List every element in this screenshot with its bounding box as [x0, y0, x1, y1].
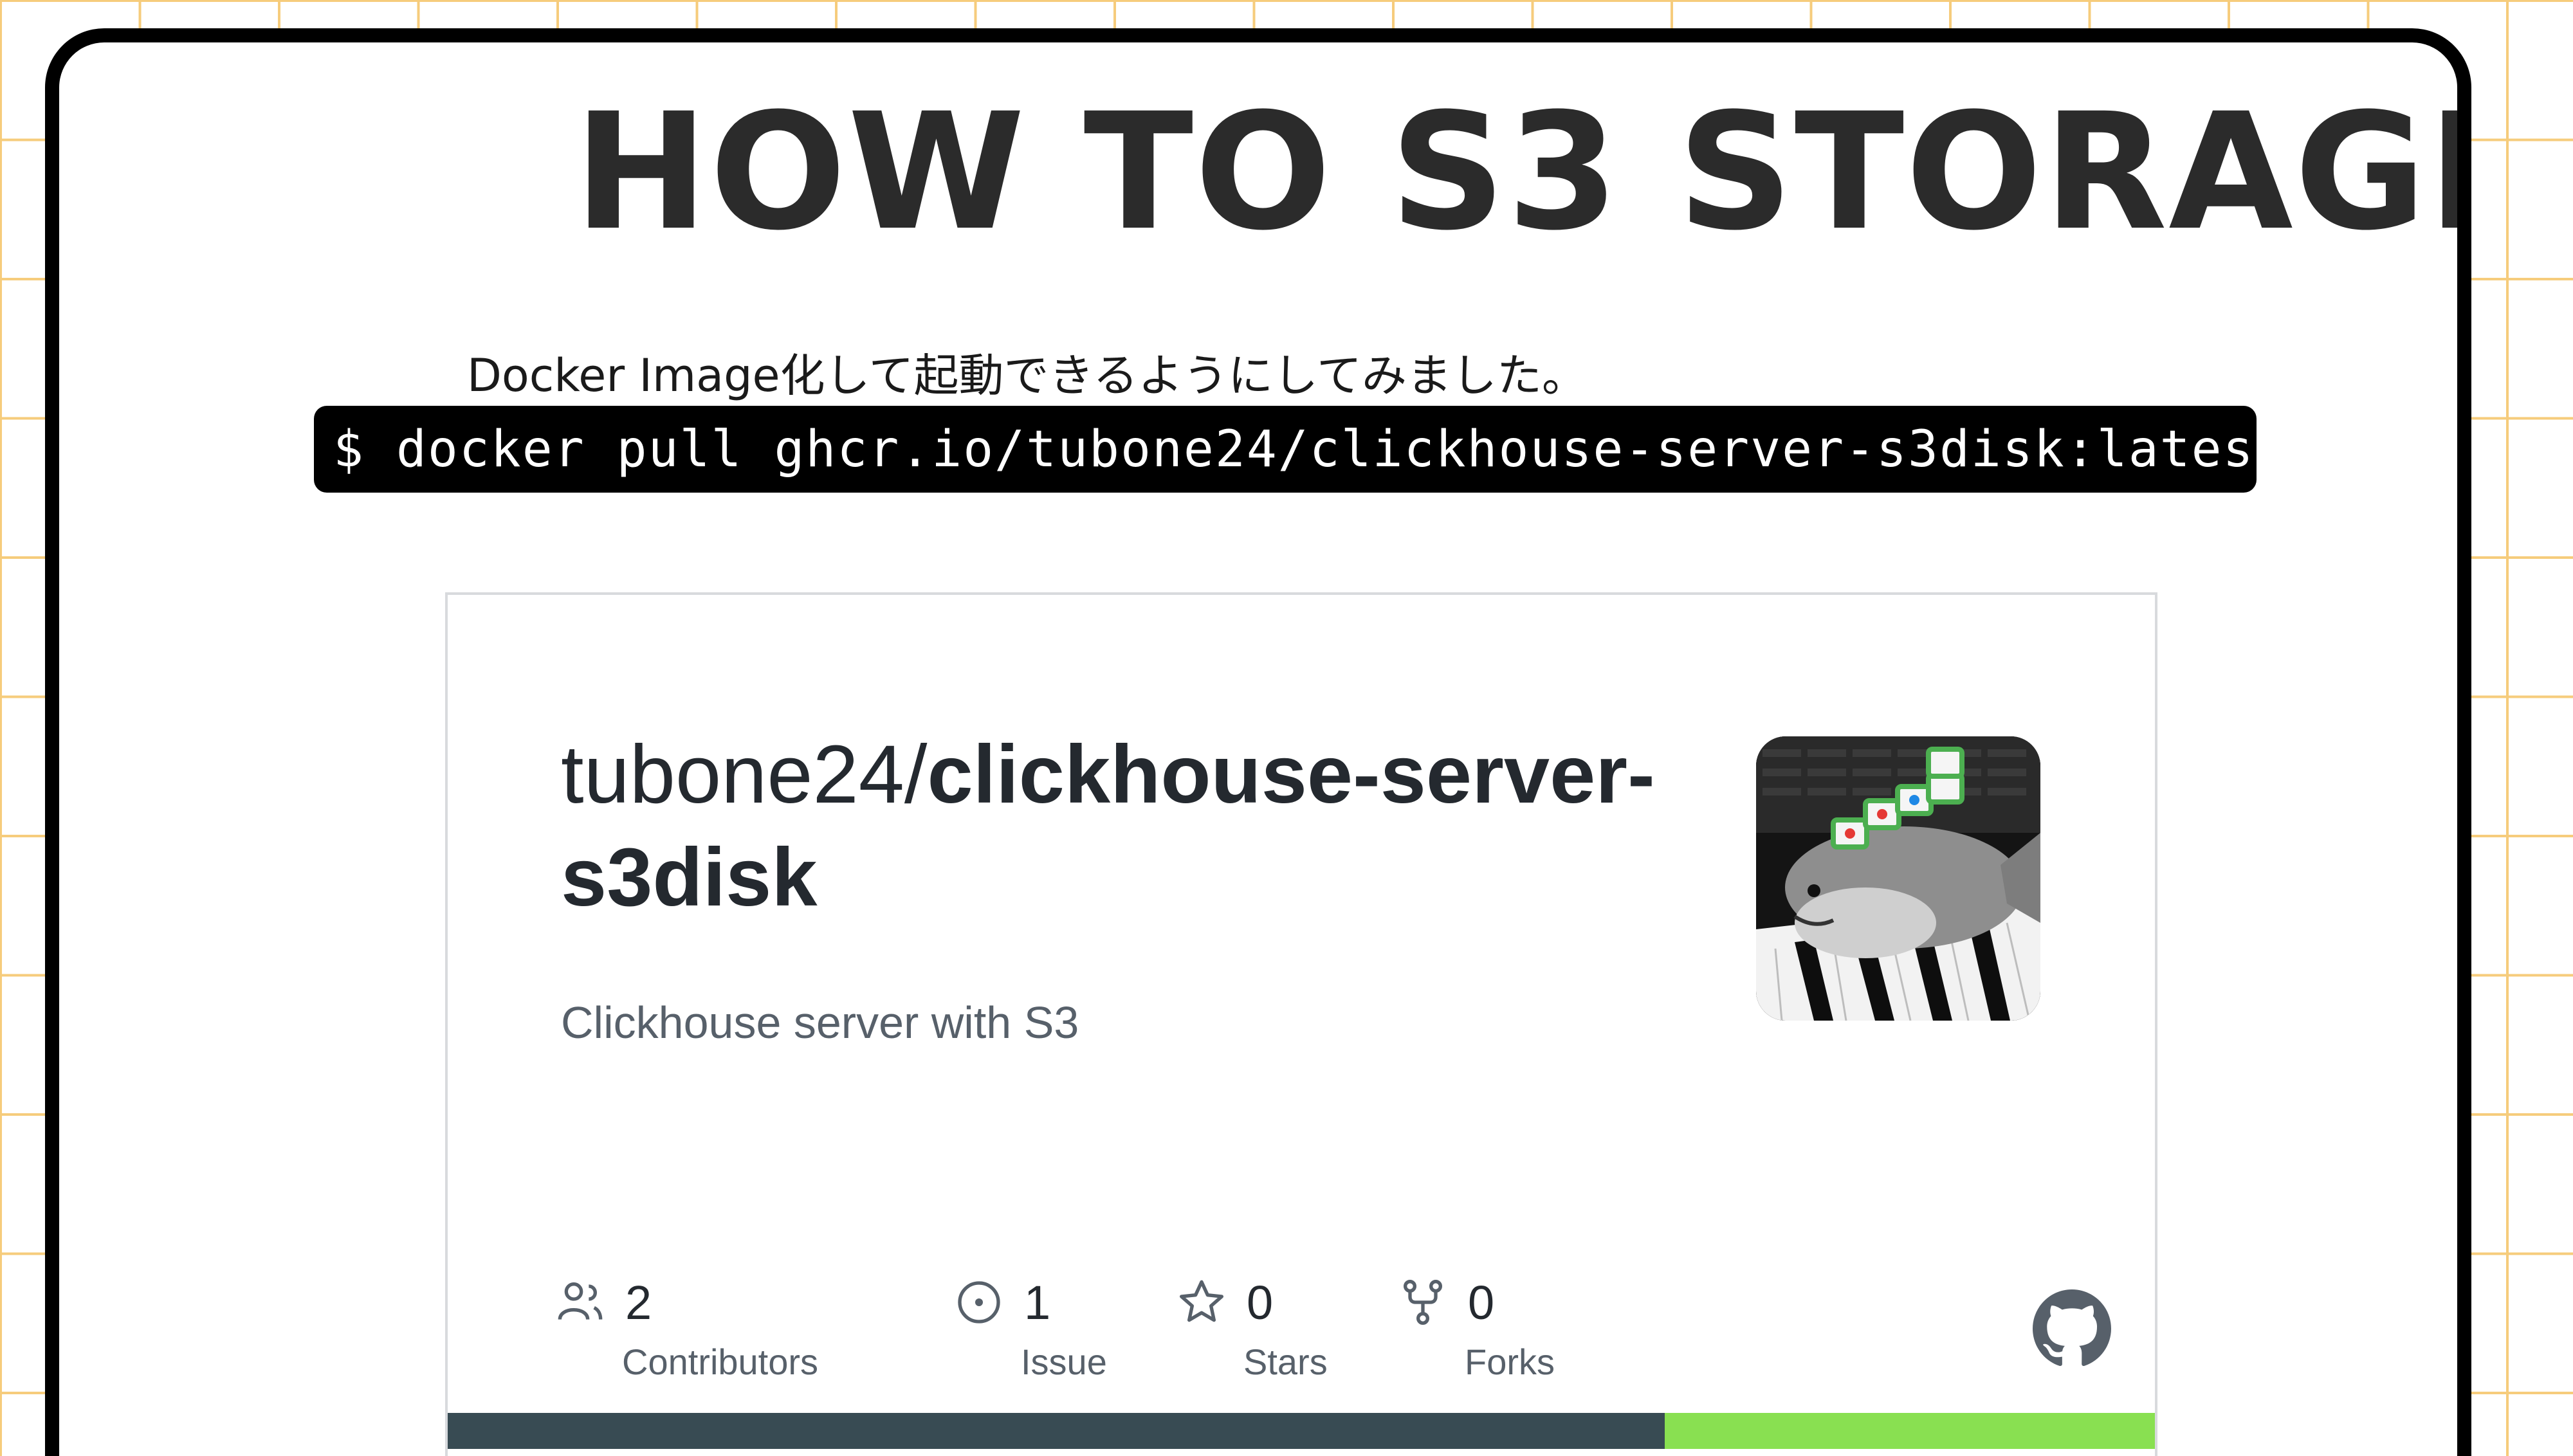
github-icon[interactable] [2033, 1289, 2111, 1368]
stat-stars[interactable]: 0 Stars [1176, 1270, 1328, 1382]
repo-owner[interactable]: tubone24/ [561, 729, 927, 821]
repo-name[interactable]: tubone24/clickhouse-server-s3disk [561, 723, 1687, 929]
language-segment-2 [1665, 1413, 2155, 1449]
stat-forks[interactable]: 0 Forks [1397, 1270, 1555, 1382]
repo-description: Clickhouse server with S3 [561, 997, 1079, 1048]
docker-pull-command[interactable]: $ docker pull ghcr.io/tubone24/clickhous… [333, 421, 2286, 478]
forks-count: 0 [1468, 1275, 1495, 1329]
contributors-label: Contributors [622, 1342, 819, 1382]
language-bar [448, 1413, 2155, 1449]
fork-icon [1403, 1279, 1443, 1325]
command-box[interactable]: $ docker pull ghcr.io/tubone24/clickhous… [314, 406, 2285, 493]
people-icon [558, 1282, 603, 1320]
slide-card: HOW TO S3 STORAGE Docker Image化して起動できるよう… [45, 28, 2471, 1456]
language-segment-1 [448, 1413, 1665, 1449]
issues-count: 1 [1024, 1275, 1051, 1329]
star-icon [1179, 1280, 1223, 1322]
intro-text: Docker Image化して起動できるようにしてみました。 [467, 349, 1587, 402]
stars-label: Stars [1243, 1342, 1328, 1382]
issues-label: Issue [1021, 1342, 1107, 1382]
avatar-photo [1756, 736, 2040, 1021]
repo-avatar [1756, 736, 2040, 1021]
stat-contributors[interactable]: 2 Contributors [554, 1270, 818, 1382]
forks-label: Forks [1465, 1342, 1555, 1382]
issue-icon [958, 1281, 1000, 1324]
stat-issues[interactable]: 1 Issue [953, 1270, 1107, 1382]
stars-count: 0 [1247, 1275, 1274, 1329]
github-repo-card[interactable]: tubone24/clickhouse-server-s3disk Clickh… [445, 592, 2157, 1456]
slide-title: HOW TO S3 STORAGE [574, 78, 2471, 266]
contributors-count: 2 [625, 1275, 652, 1329]
